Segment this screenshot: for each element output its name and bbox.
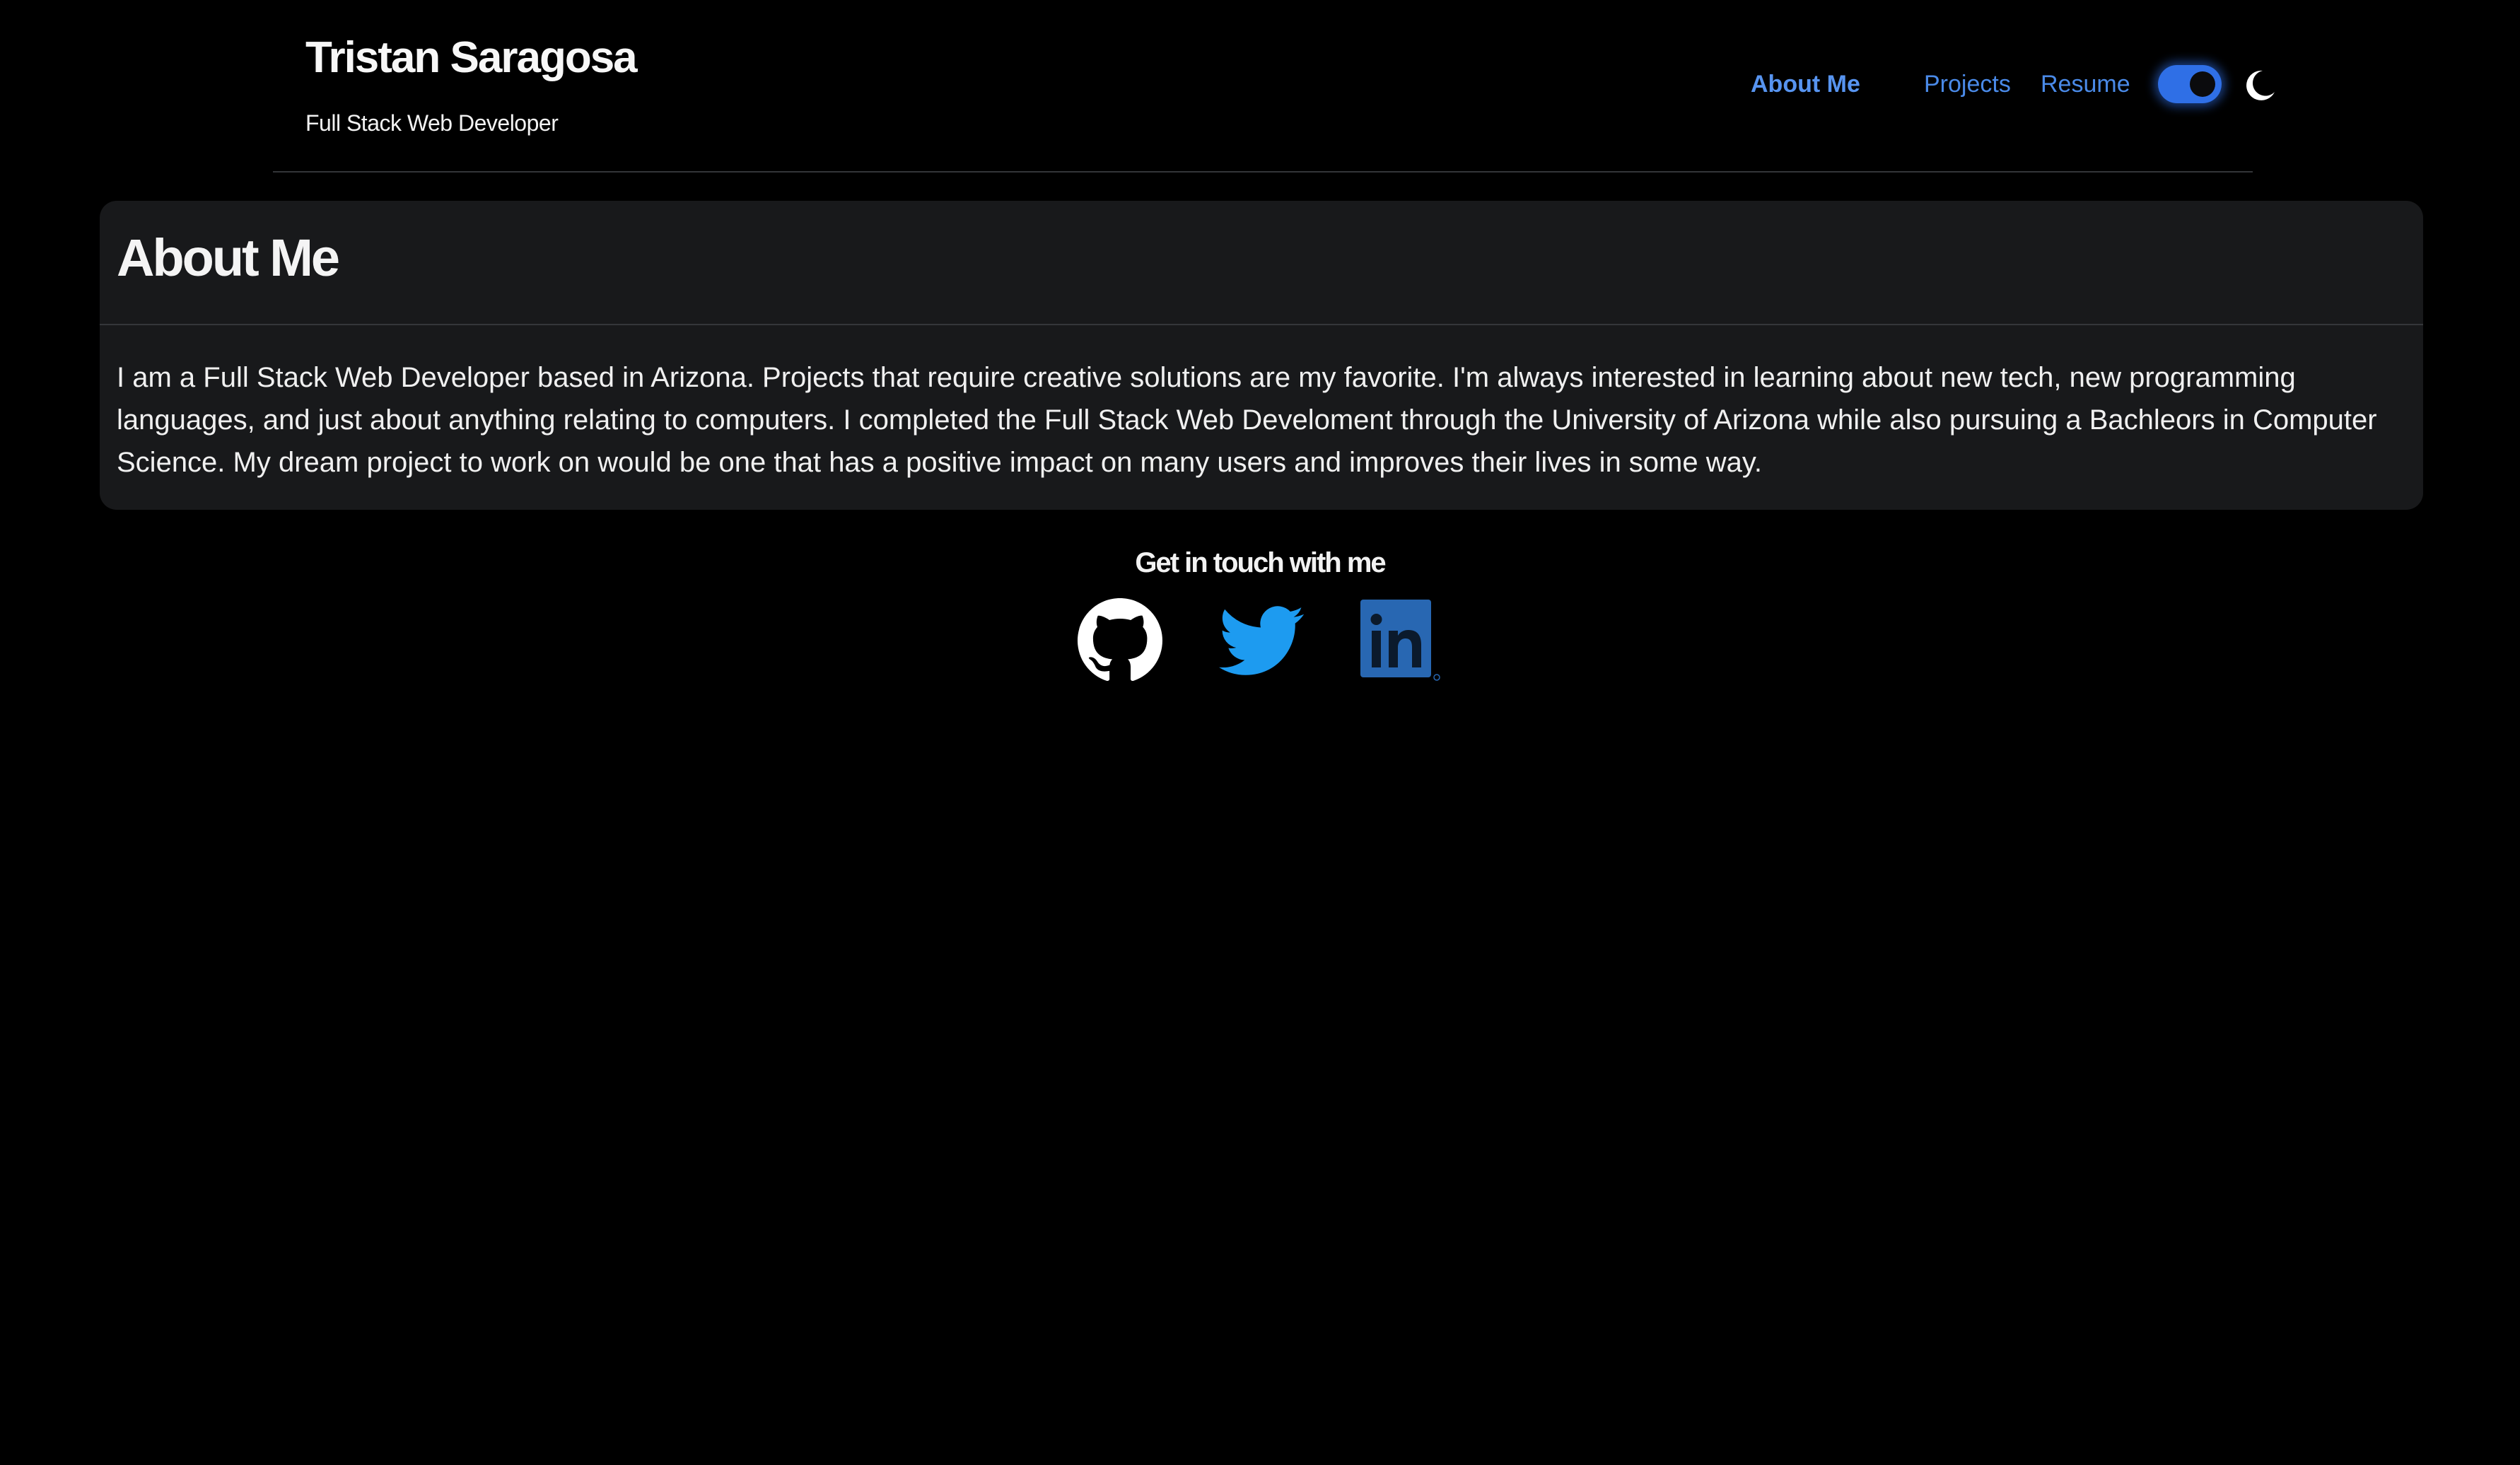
- main-nav: About Me Projects Resume: [1616, 55, 2275, 113]
- site-header: Tristan Saragosa Full Stack Web Develope…: [273, 0, 2275, 173]
- github-icon: [1078, 598, 1162, 682]
- twitter-icon: [1219, 606, 1304, 675]
- linkedin-icon: [1360, 600, 1440, 681]
- about-heading: About Me: [117, 228, 340, 287]
- theme-toggle-switch[interactable]: [2158, 65, 2222, 103]
- linkedin-link[interactable]: [1359, 598, 1444, 683]
- about-body-text: I am a Full Stack Web Developer based in…: [117, 362, 2377, 478]
- twitter-link[interactable]: [1219, 598, 1304, 683]
- github-link[interactable]: [1078, 598, 1162, 683]
- moon-icon: [2241, 66, 2278, 103]
- contact-heading: Get in touch with me: [1135, 547, 1386, 578]
- nav-link-resume[interactable]: Resume: [2041, 69, 2130, 100]
- toggle-knob: [2190, 71, 2215, 97]
- site-title: Tristan Saragosa: [305, 33, 638, 82]
- about-card-header: About Me: [100, 201, 2423, 325]
- site-subtitle: Full Stack Web Developer: [305, 110, 559, 136]
- about-card: About Me I am a Full Stack Web Developer…: [100, 201, 2423, 510]
- nav-link-projects[interactable]: Projects: [1924, 69, 2011, 100]
- nav-link-about-me[interactable]: About Me: [1751, 69, 1860, 100]
